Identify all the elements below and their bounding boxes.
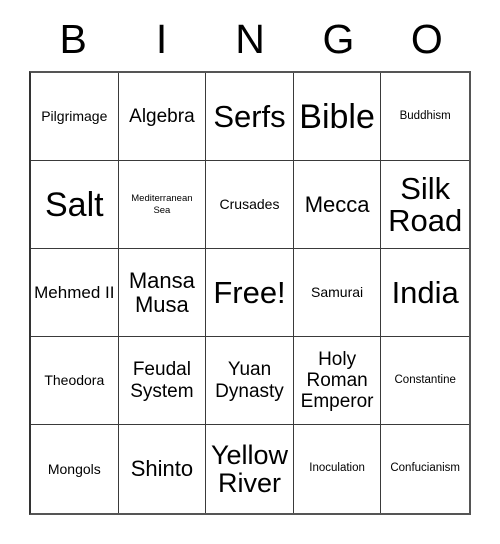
bingo-cell-r5-c2[interactable]: Shinto [118, 425, 207, 513]
bingo-cell-r5-c5[interactable]: Confucianism [381, 425, 469, 513]
bingo-cell-r3-c2[interactable]: Mansa Musa [118, 249, 207, 337]
bingo-cell-label: Shinto [130, 456, 194, 482]
bingo-cell-label: Yellow River [210, 439, 289, 498]
bingo-cell-label: Yuan Dynasty [215, 359, 284, 402]
bingo-cell-r4-c3[interactable]: Yuan Dynasty [206, 337, 294, 425]
bingo-cell-r4-c2[interactable]: Feudal System [118, 337, 207, 425]
bingo-cell-label: Free! [213, 274, 286, 310]
bingo-cell-r4-c4[interactable]: Holy Roman Emperor [293, 337, 382, 425]
bingo-card: B I N G O Pilgrimage Algebra Serfs Bible Bud… [0, 0, 500, 544]
bingo-cell-label: Buddhism [399, 109, 451, 122]
header-letter-g: G [322, 16, 355, 62]
bingo-cell-r2-c3[interactable]: Crusades [206, 161, 294, 249]
bingo-cell-label: Feudal System [130, 359, 194, 402]
bingo-cell-label: Mehmed II [34, 282, 115, 302]
bingo-cell-r1-c4[interactable]: Bible [293, 73, 382, 161]
bingo-cell-label: Confucianism [390, 462, 461, 475]
bingo-cell-r1-c2[interactable]: Algebra [118, 73, 207, 161]
bingo-cell-r2-c4[interactable]: Mecca [293, 161, 382, 249]
bingo-cell-r5-c4[interactable]: Inoculation [293, 425, 382, 513]
bingo-cell-r5-c3[interactable]: Yellow River [206, 425, 294, 513]
header-letter-o: O [410, 16, 443, 62]
bingo-cell-label: Mecca [304, 191, 370, 217]
bingo-cell-label: Salt [45, 185, 104, 224]
bingo-cell-r4-c5[interactable]: Constantine [381, 337, 469, 425]
bingo-cell-label: Mongols [47, 460, 101, 477]
bingo-cell-label: Inoculation [309, 462, 365, 475]
header-letter-i: I [155, 16, 168, 62]
bingo-cell-r1-c3[interactable]: Serfs [206, 73, 294, 161]
bingo-cell-label: Algebra [129, 105, 195, 127]
bingo-cell-label: Serfs [213, 98, 286, 134]
bingo-cell-label: Bible [299, 97, 375, 136]
bingo-cell-r2-c5[interactable]: Silk Road [381, 161, 469, 249]
bingo-cell-label: Mediterranean Sea [131, 192, 193, 216]
bingo-header: B I N G O [29, 12, 471, 67]
header-letter-n: N [235, 16, 265, 62]
bingo-cell-label: Samurai [311, 284, 364, 301]
bingo-cell-label: Pilgrimage [41, 108, 108, 125]
bingo-grid: Pilgrimage Algebra Serfs Bible Buddhism Salt M… [29, 71, 471, 515]
bingo-cell-label: Theodora [44, 372, 105, 389]
bingo-cell-r2-c1[interactable]: Salt [31, 161, 119, 249]
header-letter-b: B [59, 16, 87, 62]
bingo-cell-r2-c2[interactable]: Mediterranean Sea [118, 161, 207, 249]
bingo-cell-r3-c1[interactable]: Mehmed II [31, 249, 119, 337]
bingo-cell-r1-c5[interactable]: Buddhism [381, 73, 469, 161]
bingo-cell-r3-c4[interactable]: Samurai [293, 249, 382, 337]
bingo-cell-r4-c1[interactable]: Theodora [31, 337, 119, 425]
bingo-cell-r3-c5[interactable]: India [381, 249, 469, 337]
bingo-cell-label: Holy Roman Emperor [300, 348, 374, 413]
bingo-cell-label: Constantine [394, 373, 456, 386]
bingo-cell-r3-c3[interactable]: Free! [206, 249, 294, 337]
bingo-cell-r5-c1[interactable]: Mongols [31, 425, 119, 513]
bingo-cell-label: Mansa Musa [128, 267, 195, 317]
bingo-cell-label: Crusades [219, 196, 280, 213]
bingo-cell-label: Silk Road [388, 170, 463, 238]
bingo-cell-label: India [391, 274, 459, 310]
bingo-cell-r1-c1[interactable]: Pilgrimage [31, 73, 119, 161]
